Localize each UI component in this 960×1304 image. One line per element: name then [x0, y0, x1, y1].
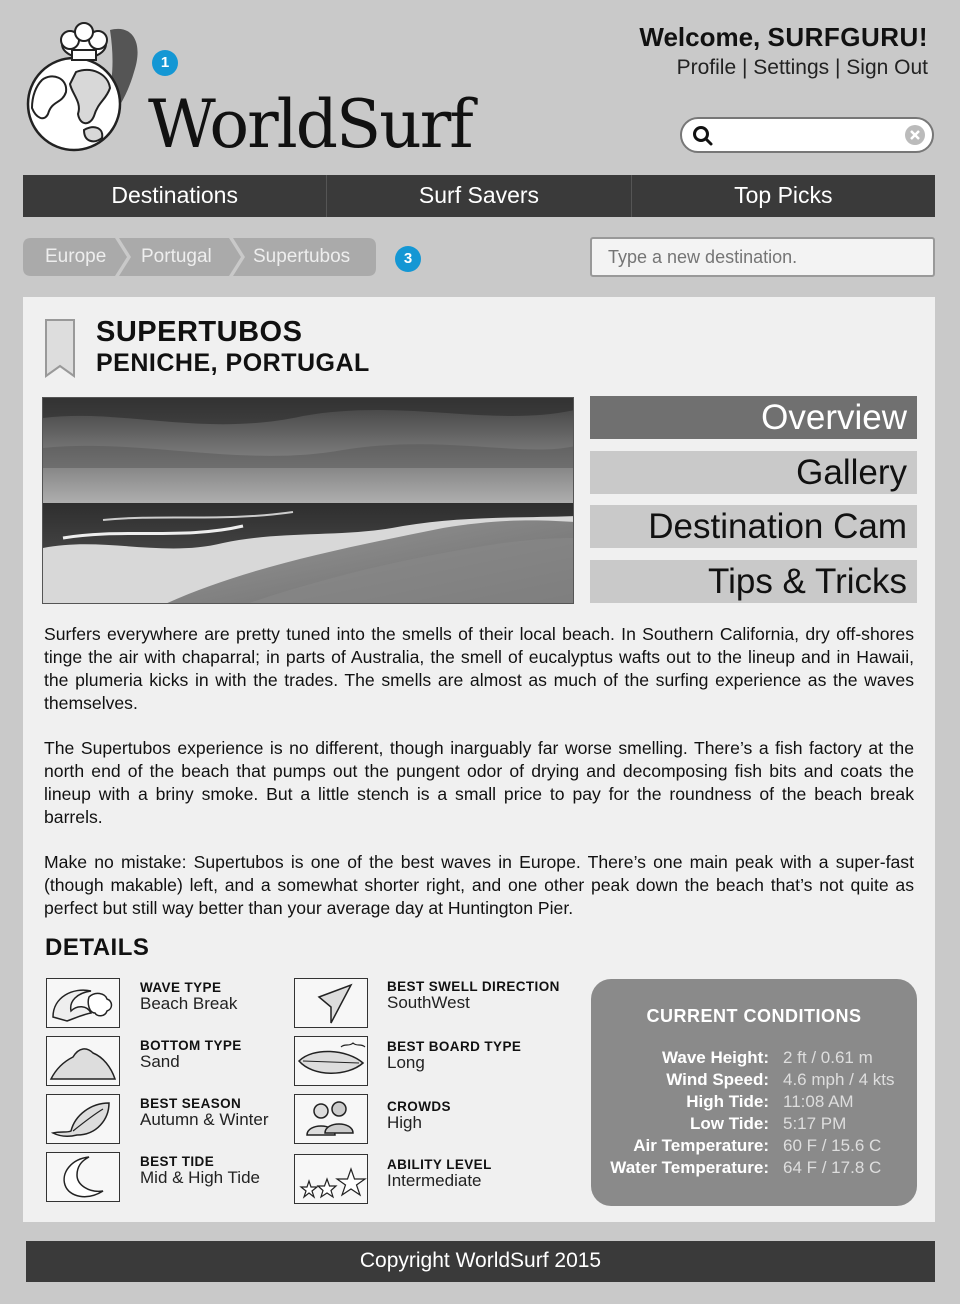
detail-value: Autumn & Winter [140, 1110, 269, 1129]
condition-label: Wave Height: [661, 1048, 769, 1067]
welcome-prefix: Welcome, [639, 22, 768, 52]
link-separator: | [829, 56, 847, 79]
detail-label: WAVE TYPE [140, 980, 222, 995]
username: SURFGURU! [767, 22, 928, 52]
link-separator: | [736, 56, 754, 79]
condition-value: 64 F / 17.8 C [783, 1158, 882, 1177]
breadcrumb-europe[interactable]: Europe [45, 238, 106, 276]
detail-value: Sand [140, 1052, 180, 1071]
direction-arrow-icon [294, 978, 368, 1028]
nav-destinations[interactable]: Destinations [23, 175, 328, 217]
condition-value: 2 ft / 0.61 m [783, 1048, 873, 1067]
clear-icon[interactable] [904, 124, 926, 146]
people-icon [294, 1094, 368, 1144]
detail-value: Intermediate [387, 1171, 482, 1190]
detail-label: CROWDS [387, 1099, 451, 1114]
detail-label: BEST BOARD TYPE [387, 1039, 522, 1054]
moon-icon [46, 1152, 120, 1202]
details-heading: DETAILS [45, 934, 150, 961]
welcome-message: Welcome, SURFGURU! [639, 22, 928, 53]
breadcrumb: Europe Portugal Supertubos [23, 238, 378, 276]
search-input[interactable] [680, 117, 934, 153]
wave-icon [46, 978, 120, 1028]
detail-value: Mid & High Tide [140, 1168, 260, 1187]
condition-value: 5:17 PM [783, 1114, 847, 1133]
spot-location: PENICHE, PORTUGAL [96, 349, 370, 377]
nav-surf-savers[interactable]: Surf Savers [327, 175, 632, 217]
tab-overview[interactable]: Overview [590, 396, 917, 439]
search-icon [693, 126, 713, 146]
description-paragraph: Surfers everywhere are pretty tuned into… [44, 624, 914, 713]
detail-value: High [387, 1113, 422, 1132]
main-nav: Destinations Surf Savers Top Picks [23, 175, 935, 217]
detail-label: ABILITY LEVEL [387, 1157, 492, 1172]
annotation-badge-3: 3 [395, 246, 421, 272]
condition-label: Air Temperature: [633, 1136, 769, 1155]
description-paragraph: Make no mistake: Supertubos is one of th… [44, 852, 914, 918]
nav-top-picks[interactable]: Top Picks [632, 175, 935, 217]
tab-tips-tricks[interactable]: Tips & Tricks [590, 560, 917, 603]
condition-label: Water Temperature: [610, 1158, 769, 1177]
destination-input[interactable] [590, 237, 935, 277]
detail-value: Beach Break [140, 994, 238, 1013]
stars-icon [294, 1154, 368, 1204]
breadcrumb-supertubos[interactable]: Supertubos [253, 238, 350, 276]
tab-destination-cam[interactable]: Destination Cam [590, 505, 917, 548]
sand-icon [46, 1036, 120, 1086]
conditions-title: CURRENT CONDITIONS [646, 1006, 862, 1026]
description-paragraph: The Supertubos experience is no differen… [44, 738, 914, 827]
detail-value: Long [387, 1053, 425, 1072]
settings-link[interactable]: Settings [753, 56, 829, 79]
logo-text[interactable]: WorldSurf [148, 86, 474, 163]
condition-value: 4.6 mph / 4 kts [783, 1070, 895, 1089]
condition-value: 60 F / 15.6 C [783, 1136, 882, 1155]
sign-out-link[interactable]: Sign Out [846, 56, 928, 79]
detail-label: BEST SWELL DIRECTION [387, 979, 560, 994]
annotation-badge-1: 1 [152, 50, 178, 76]
detail-label: BEST TIDE [140, 1154, 215, 1169]
surfboard-icon [294, 1036, 368, 1086]
condition-label: Low Tide: [689, 1114, 769, 1133]
profile-link[interactable]: Profile [677, 56, 737, 79]
condition-label: Wind Speed: [666, 1070, 769, 1089]
leaf-icon [46, 1094, 120, 1144]
bookmark-icon[interactable] [42, 318, 78, 380]
condition-label: High Tide: [686, 1092, 769, 1111]
beach-photo [42, 397, 574, 604]
condition-value: 11:08 AM [783, 1092, 854, 1111]
detail-label: BOTTOM TYPE [140, 1038, 242, 1053]
footer: Copyright WorldSurf 2015 [26, 1241, 935, 1282]
spot-name: SUPERTUBOS [96, 316, 303, 348]
user-links: Profile | Settings | Sign Out [677, 56, 928, 80]
breadcrumb-portugal[interactable]: Portugal [141, 238, 212, 276]
detail-value: SouthWest [387, 993, 470, 1012]
detail-label: BEST SEASON [140, 1096, 242, 1111]
tab-gallery[interactable]: Gallery [590, 451, 917, 494]
globe-chef-icon [26, 22, 138, 152]
